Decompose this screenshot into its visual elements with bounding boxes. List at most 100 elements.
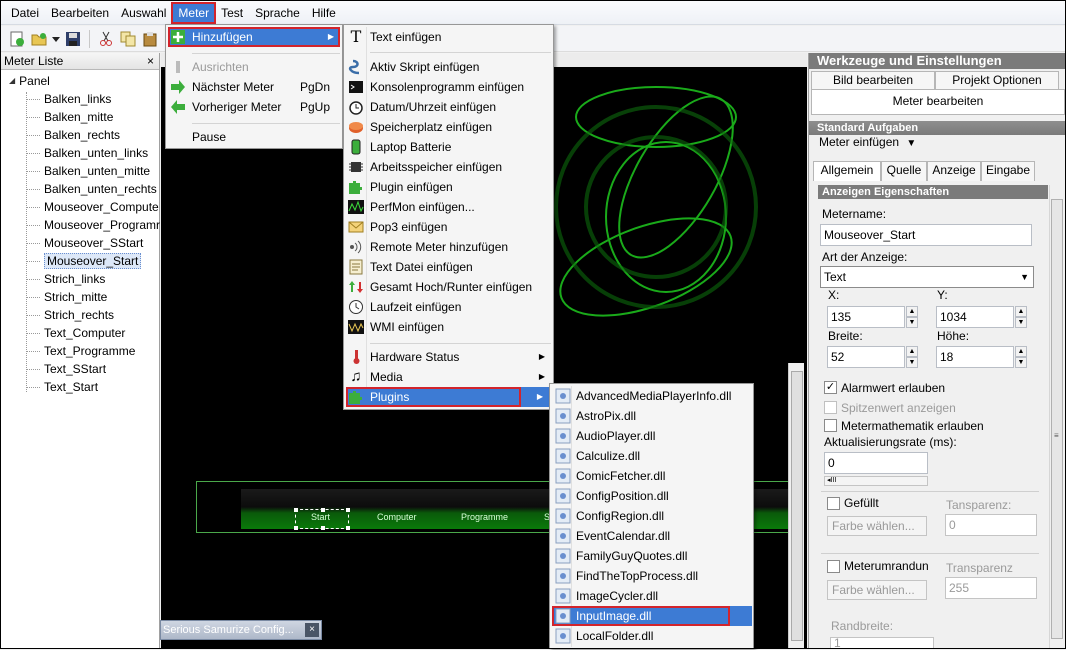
menu-item-konsolenprogramm[interactable]: Konsolenprogramm einfügen xyxy=(346,77,551,97)
menu-item-vorheriger-meter[interactable]: Vorheriger Meter PgUp xyxy=(168,97,340,117)
canvas-vertical-scrollbar[interactable] xyxy=(788,363,804,649)
tree-item[interactable]: Balken_unten_links xyxy=(1,144,159,162)
menu-item-hardware-status[interactable]: Hardware Status ▶ xyxy=(346,347,551,367)
rate-input[interactable]: 0 xyxy=(824,452,928,474)
tree-item[interactable]: Mouseover_Programr xyxy=(1,216,160,234)
tab-meter-bearbeiten[interactable]: Meter bearbeiten xyxy=(811,89,1065,115)
plugin-item[interactable]: AstroPix.dll xyxy=(552,406,752,426)
menu-hilfe[interactable]: Hilfe xyxy=(306,3,342,23)
tree-item[interactable]: Balken_unten_mitte xyxy=(1,162,159,180)
selection-box[interactable] xyxy=(294,508,350,530)
tree-item[interactable]: Strich_links xyxy=(1,270,159,288)
x-spinner[interactable]: ▲ ▼ xyxy=(906,306,918,328)
menu-test[interactable]: Test xyxy=(215,3,249,23)
plugin-item[interactable]: ImageCycler.dll xyxy=(552,586,752,606)
plugin-item-inputimage[interactable]: InputImage.dll xyxy=(552,606,730,626)
menu-item-pause[interactable]: Pause xyxy=(168,127,340,147)
bar-label-programme[interactable]: Programme xyxy=(461,512,508,522)
copy-icon[interactable] xyxy=(118,29,138,49)
menu-item-ausrichten[interactable]: Ausrichten xyxy=(168,57,340,77)
plugin-item[interactable]: ConfigRegion.dll xyxy=(552,506,752,526)
border-checkbox[interactable] xyxy=(827,560,840,573)
taskbar-popup[interactable]: Serious Samurize Config... × xyxy=(160,620,322,640)
tree-item[interactable]: Text_Computer xyxy=(1,324,159,342)
plugin-item[interactable]: Calculize.dll xyxy=(552,446,752,466)
menu-item-media[interactable]: ♫ Media ▶ xyxy=(346,367,551,387)
width-input[interactable]: 52 xyxy=(827,346,905,368)
tab-allgemein[interactable]: Allgemein xyxy=(813,161,881,181)
menu-item-naechster-meter[interactable]: Nächster Meter PgDn xyxy=(168,77,340,97)
menu-datei[interactable]: Datei xyxy=(5,3,45,23)
plugin-item[interactable]: FindTheTopProcess.dll xyxy=(552,566,752,586)
tree-item[interactable]: Text_Programme xyxy=(1,342,159,360)
height-spinner[interactable]: ▲ ▼ xyxy=(1015,346,1027,368)
menu-item-gesamt-hoch-runter[interactable]: Gesamt Hoch/Runter einfügen xyxy=(346,277,551,297)
menu-item-remote-meter[interactable]: Remote Meter hinzufügen xyxy=(346,237,551,257)
tree-item[interactable]: Balken_rechts xyxy=(1,126,159,144)
plugin-item[interactable]: AudioPlayer.dll xyxy=(552,426,752,446)
settings-vertical-scrollbar[interactable]: ≡ xyxy=(1049,185,1064,649)
transparency1-input[interactable]: 0 xyxy=(945,514,1037,536)
tree-root-panel[interactable]: ◢ Panel xyxy=(1,72,159,90)
dropdown-arrow-icon[interactable] xyxy=(51,29,61,49)
color2-button[interactable]: Farbe wählen... xyxy=(827,580,927,600)
transparency2-input[interactable]: 255 xyxy=(945,577,1037,599)
peak-checkbox[interactable] xyxy=(824,401,837,414)
tab-bild-bearbeiten[interactable]: Bild bearbeiten xyxy=(811,71,935,89)
plugin-item[interactable]: EventCalendar.dll xyxy=(552,526,752,546)
alarm-checkbox[interactable]: ✓ xyxy=(824,381,837,394)
menu-item-speicherplatz[interactable]: Speicherplatz einfügen xyxy=(346,117,551,137)
width-spinner[interactable]: ▲ ▼ xyxy=(906,346,918,368)
paste-icon[interactable] xyxy=(140,29,160,49)
bar-label-computer[interactable]: Computer xyxy=(377,512,417,522)
tree-item[interactable]: Strich_mitte xyxy=(1,288,159,306)
menu-item-plugins[interactable]: Plugins xyxy=(346,387,521,407)
border-width-input[interactable]: 1 xyxy=(830,637,934,649)
menu-item-laufzeit[interactable]: Laufzeit einfügen xyxy=(346,297,551,317)
insert-meter-dropdown[interactable]: Meter einfügen ▼ xyxy=(819,135,916,149)
menu-item-plugin-einfuegen[interactable]: Plugin einfügen xyxy=(346,177,551,197)
tree-item-selected[interactable]: Mouseover_Start xyxy=(1,252,159,270)
close-icon[interactable]: × xyxy=(147,53,154,69)
menu-sprache[interactable]: Sprache xyxy=(249,3,306,23)
menu-item-aktiv-skript[interactable]: Aktiv Skript einfügen xyxy=(346,57,551,77)
menu-item-hinzufuegen[interactable]: Hinzufügen ▶ xyxy=(168,27,340,47)
open-folder-icon[interactable] xyxy=(29,29,49,49)
tree-item[interactable]: Balken_mitte xyxy=(1,108,159,126)
plugin-item[interactable]: ConfigPosition.dll xyxy=(552,486,752,506)
tab-eingabe[interactable]: Eingabe xyxy=(981,161,1035,181)
cut-icon[interactable] xyxy=(96,29,116,49)
close-icon[interactable]: × xyxy=(305,623,319,637)
x-input[interactable]: 135 xyxy=(827,306,905,328)
tree-item[interactable]: Text_Start xyxy=(1,378,159,396)
tree-item[interactable]: Balken_unten_rechts xyxy=(1,180,159,198)
new-file-icon[interactable] xyxy=(7,29,27,49)
menu-auswahl[interactable]: Auswahl xyxy=(115,3,172,23)
math-checkbox[interactable] xyxy=(824,419,837,432)
menu-item-perfmon[interactable]: PerfMon einfügen... xyxy=(346,197,551,217)
menu-item-datum-uhrzeit[interactable]: Datum/Uhrzeit einfügen xyxy=(346,97,551,117)
color1-button[interactable]: Farbe wählen... xyxy=(827,516,927,536)
plugin-item[interactable]: FamilyGuyQuotes.dll xyxy=(552,546,752,566)
y-spinner[interactable]: ▲ ▼ xyxy=(1015,306,1027,328)
save-icon[interactable] xyxy=(63,29,83,49)
type-select[interactable]: Text ▼ xyxy=(820,266,1034,288)
menu-item-pop3[interactable]: Pop3 einfügen xyxy=(346,217,551,237)
tree-item[interactable]: Strich_rechts xyxy=(1,306,159,324)
menu-item-text-einfuegen[interactable]: T Text einfügen xyxy=(346,27,551,47)
tree-item[interactable]: Mouseover_SStart xyxy=(1,234,159,252)
menu-bearbeiten[interactable]: Bearbeiten xyxy=(45,3,115,23)
tree-item[interactable]: Balken_links xyxy=(1,90,159,108)
menu-item-text-datei[interactable]: Text Datei einfügen xyxy=(346,257,551,277)
expand-triangle-icon[interactable]: ◢ xyxy=(9,72,15,90)
menu-item-wmi[interactable]: WMI einfügen xyxy=(346,317,551,337)
menu-item-laptop-batterie[interactable]: Laptop Batterie xyxy=(346,137,551,157)
tab-quelle[interactable]: Quelle xyxy=(881,161,927,181)
metername-input[interactable]: Mouseover_Start xyxy=(820,224,1032,246)
tab-anzeige[interactable]: Anzeige xyxy=(927,161,981,181)
plugin-item[interactable]: AdvancedMediaPlayerInfo.dll xyxy=(552,386,752,406)
tab-projekt-optionen[interactable]: Projekt Optionen xyxy=(935,71,1059,89)
plugin-item[interactable]: ComicFetcher.dll xyxy=(552,466,752,486)
rate-scrollbar[interactable]: ◂III xyxy=(824,476,928,486)
menu-item-arbeitsspeicher[interactable]: Arbeitsspeicher einfügen xyxy=(346,157,551,177)
